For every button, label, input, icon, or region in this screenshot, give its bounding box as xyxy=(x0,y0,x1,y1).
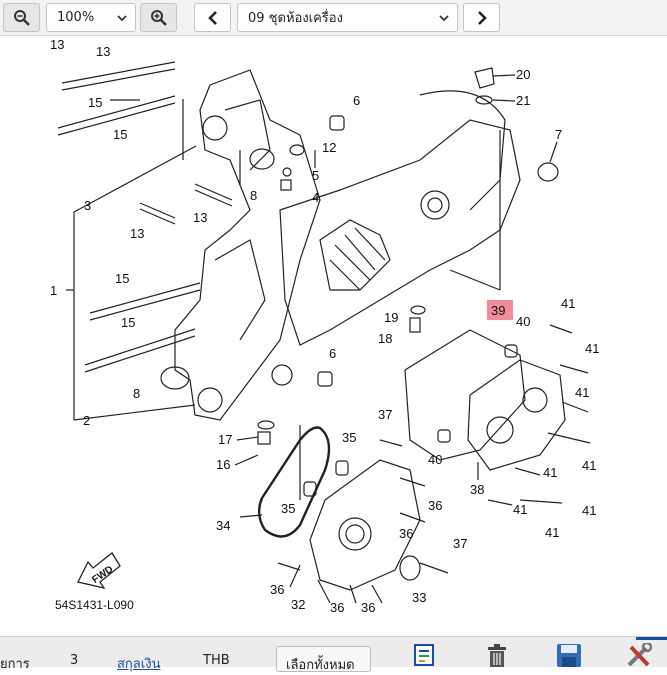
callout-13[interactable]: 13 xyxy=(193,210,207,225)
items-label: ยการ xyxy=(0,657,30,672)
trash-icon[interactable] xyxy=(485,643,509,667)
callout-39[interactable]: 39 xyxy=(491,303,505,318)
chevron-down-icon xyxy=(439,15,449,22)
callout-36[interactable]: 36 xyxy=(270,582,284,597)
callout-6[interactable]: 6 xyxy=(353,93,360,108)
callout-36[interactable]: 36 xyxy=(399,526,413,541)
zoom-out-button[interactable] xyxy=(3,3,40,32)
tools-icon[interactable] xyxy=(626,643,652,668)
select-all-button[interactable]: เลือกทั้งหมด xyxy=(276,646,371,673)
callout-18[interactable]: 18 xyxy=(378,331,392,346)
callout-13[interactable]: 13 xyxy=(96,44,110,59)
callout-13[interactable]: 13 xyxy=(50,37,64,52)
chevron-right-icon xyxy=(477,10,487,25)
callout-17[interactable]: 17 xyxy=(218,432,232,447)
diagram-code: 54S1431-L090 xyxy=(55,598,134,612)
callout-15[interactable]: 15 xyxy=(115,271,129,286)
callout-1[interactable]: 1 xyxy=(50,283,57,298)
callout-41[interactable]: 41 xyxy=(582,458,596,473)
page-value: 09 ชุดห้องเครื่อง xyxy=(248,11,343,26)
callout-41[interactable]: 41 xyxy=(585,341,599,356)
currency-link[interactable]: สกุลเงิน xyxy=(117,653,160,674)
callout-40[interactable]: 40 xyxy=(428,452,442,467)
exploded-parts-diagram: FWD 54S1431-L090 13 13 13 13 15 15 15 15… xyxy=(50,37,599,615)
callout-34[interactable]: 34 xyxy=(216,518,230,533)
callout-40[interactable]: 40 xyxy=(516,314,530,329)
previous-page-button[interactable] xyxy=(194,3,231,32)
callout-4[interactable]: 4 xyxy=(312,190,319,205)
callout-36[interactable]: 36 xyxy=(428,498,442,513)
currency-value: THB xyxy=(203,653,230,668)
callout-8[interactable]: 8 xyxy=(133,386,140,401)
callout-37[interactable]: 37 xyxy=(378,407,392,422)
callout-21[interactable]: 21 xyxy=(516,93,530,108)
callout-41[interactable]: 41 xyxy=(513,502,527,517)
callout-13[interactable]: 13 xyxy=(130,226,144,241)
callout-16[interactable]: 16 xyxy=(216,457,230,472)
forward-arrow-icon: FWD xyxy=(77,552,121,590)
cart-footer-bar: ยการ 3 สกุลเงิน THB เลือกทั้งหมด xyxy=(0,636,667,673)
callout-41[interactable]: 41 xyxy=(582,503,596,518)
chevron-down-icon xyxy=(117,15,127,22)
callout-37[interactable]: 37 xyxy=(453,536,467,551)
callout-6[interactable]: 6 xyxy=(329,346,336,361)
callout-labels: 13 13 13 13 15 15 15 15 3 1 2 6 6 12 5 4… xyxy=(50,37,599,615)
parts-diagram-area: FWD 54S1431-L090 13 13 13 13 15 15 15 15… xyxy=(0,36,667,636)
callout-2[interactable]: 2 xyxy=(83,413,90,428)
callout-41[interactable]: 41 xyxy=(545,525,559,540)
callout-15[interactable]: 15 xyxy=(88,95,102,110)
callout-3[interactable]: 3 xyxy=(84,198,91,213)
callout-7[interactable]: 7 xyxy=(555,127,562,142)
callout-15[interactable]: 15 xyxy=(121,315,135,330)
callout-41[interactable]: 41 xyxy=(543,465,557,480)
callout-35[interactable]: 35 xyxy=(281,501,295,516)
zoom-value: 100% xyxy=(57,10,95,25)
callout-5[interactable]: 5 xyxy=(312,168,319,183)
callout-12[interactable]: 12 xyxy=(322,140,336,155)
chevron-left-icon xyxy=(207,10,217,25)
add-to-list-icon[interactable] xyxy=(412,643,436,667)
callout-41[interactable]: 41 xyxy=(561,296,575,311)
callout-35[interactable]: 35 xyxy=(342,430,356,445)
callout-33[interactable]: 33 xyxy=(412,590,426,605)
callout-15[interactable]: 15 xyxy=(113,127,127,142)
callout-32[interactable]: 32 xyxy=(291,597,305,612)
callout-20[interactable]: 20 xyxy=(516,67,530,82)
next-page-button[interactable] xyxy=(463,3,500,32)
viewer-toolbar: 100% 09 ชุดห้องเครื่อง xyxy=(0,0,667,36)
zoom-in-button[interactable] xyxy=(140,3,177,32)
items-count: 3 xyxy=(70,653,79,668)
zoom-select[interactable]: 100% xyxy=(46,3,136,32)
page-select[interactable]: 09 ชุดห้องเครื่อง xyxy=(237,3,458,32)
accent-bar xyxy=(636,637,667,640)
zoom-in-icon xyxy=(150,9,167,26)
callout-36[interactable]: 36 xyxy=(330,600,344,615)
callout-36[interactable]: 36 xyxy=(361,600,375,615)
save-disk-icon[interactable] xyxy=(556,643,582,667)
callout-41[interactable]: 41 xyxy=(575,385,589,400)
select-all-label: เลือกทั้งหมด xyxy=(286,658,355,673)
callout-19[interactable]: 19 xyxy=(384,310,398,325)
callout-38[interactable]: 38 xyxy=(470,482,484,497)
zoom-out-icon xyxy=(13,9,30,26)
callout-8[interactable]: 8 xyxy=(250,188,257,203)
